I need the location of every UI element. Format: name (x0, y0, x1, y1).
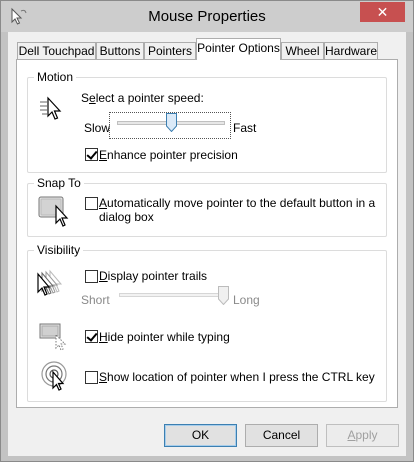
snap-to-label-line2[interactable]: dialog box (99, 210, 154, 224)
tab-hardware[interactable]: Hardware (324, 42, 378, 60)
trails-long-label: Long (233, 293, 260, 307)
trails-slider-thumb[interactable] (217, 286, 229, 305)
speed-slider-thumb[interactable] (165, 113, 177, 132)
pointer-trails-label[interactable]: Display pointer trails (99, 269, 207, 283)
tab-pointer-options[interactable]: Pointer Options (196, 38, 281, 60)
close-button[interactable]: ✕ (360, 2, 405, 22)
tab-pointers[interactable]: Pointers (144, 42, 196, 60)
ctrl-locate-checkbox[interactable] (85, 371, 98, 384)
ctrl-locate-label[interactable]: Show location of pointer when I press th… (99, 370, 375, 384)
tab-buttons[interactable]: Buttons (96, 42, 144, 60)
title-bar[interactable]: Mouse Properties ✕ (1, 1, 413, 32)
pointer-trails-checkbox[interactable] (85, 270, 98, 283)
speed-label: Select a pointer speed: (81, 91, 204, 105)
ctrl-locate-icon (41, 361, 67, 391)
slow-label: Slow (84, 121, 111, 135)
apply-button[interactable]: Apply (326, 424, 399, 447)
close-icon: ✕ (376, 4, 389, 20)
motion-group-label: Motion (34, 70, 77, 84)
hide-pointer-icon (39, 323, 67, 351)
snap-to-icon (38, 196, 69, 227)
enhance-precision-label[interactable]: Enhance pointer precision (99, 148, 238, 162)
cancel-button[interactable]: Cancel (245, 424, 318, 447)
snap-to-label[interactable]: Automatically move pointer to the defaul… (99, 196, 375, 210)
trails-slider-track[interactable] (119, 293, 223, 297)
snap-to-group-label: Snap To (34, 176, 84, 190)
pointer-options-panel: Motion Select a pointer speed: Slow Fast… (16, 59, 398, 408)
snap-to-checkbox[interactable] (85, 197, 98, 210)
trails-short-label: Short (81, 293, 110, 307)
tab-wheel[interactable]: Wheel (281, 42, 324, 60)
window-title: Mouse Properties (148, 8, 266, 25)
visibility-group-label: Visibility (34, 243, 84, 257)
hide-pointer-checkbox[interactable] (85, 330, 98, 343)
tab-dell-touchpad[interactable]: Dell Touchpad (17, 42, 96, 60)
snap-to-group: Snap To (27, 176, 387, 237)
hide-pointer-label[interactable]: Hide pointer while typing (99, 330, 230, 344)
ok-button[interactable]: OK (164, 424, 237, 447)
pointer-speed-icon (40, 96, 62, 120)
enhance-precision-checkbox[interactable] (85, 148, 98, 161)
pointer-trails-icon (37, 269, 63, 296)
fast-label: Fast (233, 121, 257, 135)
